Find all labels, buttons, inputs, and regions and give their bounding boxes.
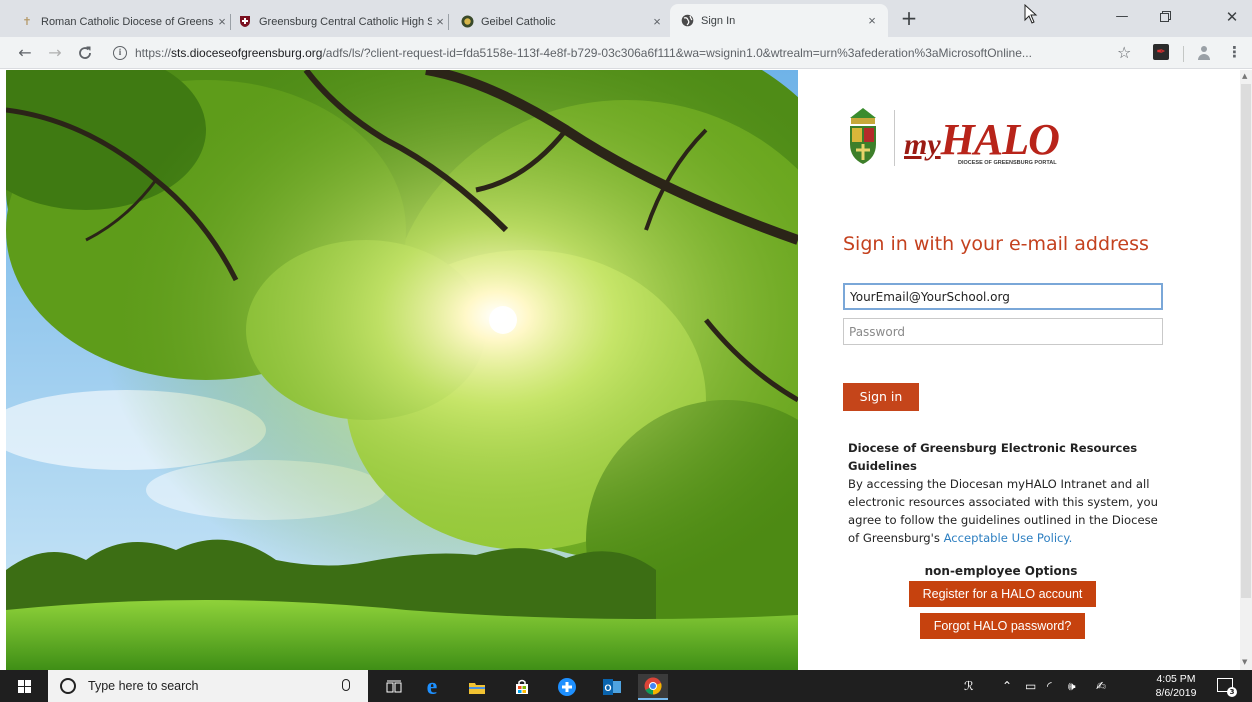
- back-button[interactable]: ←: [14, 42, 36, 64]
- restore-icon: [1159, 11, 1171, 22]
- cross-favicon-icon: ✝: [22, 16, 32, 28]
- outlook-icon[interactable]: O: [597, 674, 627, 700]
- browser-toolbar: ← → i https://sts.dioceseofgreensburg.or…: [0, 37, 1252, 69]
- logo-tagline: DIOCESE OF GREENSBURG PORTAL: [958, 160, 1057, 166]
- signin-heading: Sign in with your e-mail address: [843, 233, 1149, 255]
- browser-tab-strip: ✝ Roman Catholic Diocese of Greensburg ×…: [0, 0, 1252, 37]
- scroll-down-arrow-icon[interactable]: ▼: [1242, 658, 1247, 666]
- myhalo-logo: myHALO DIOCESE OF GREENSBURG PORTAL: [846, 106, 1086, 176]
- tab-roman-catholic-diocese[interactable]: ✝ Roman Catholic Diocese of Greensburg ×: [20, 6, 231, 37]
- register-halo-account-button[interactable]: Register for a HALO account: [909, 581, 1096, 607]
- tab-sign-in[interactable]: Sign In ×: [670, 4, 888, 37]
- tab-greensburg-central-catholic[interactable]: Greensburg Central Catholic High School …: [238, 6, 449, 37]
- add-app-plus-icon[interactable]: [552, 674, 582, 700]
- notification-count-badge: 3: [1227, 687, 1237, 697]
- tab-close-button[interactable]: ×: [432, 14, 448, 29]
- windows-taskbar: Type here to search e O ℛ ⌃ ▭ ◜ 🕪 ✍ 4:05…: [0, 670, 1252, 702]
- windows-start-icon[interactable]: [18, 680, 31, 693]
- address-bar[interactable]: https://sts.dioceseofgreensburg.org/adfs…: [135, 46, 1105, 60]
- reload-icon: [79, 46, 91, 59]
- crest-favicon-icon: [238, 15, 252, 29]
- people-icon[interactable]: ℛ: [964, 679, 974, 693]
- bookmark-star-icon[interactable]: ☆: [1117, 43, 1131, 62]
- show-hidden-icons-chevron-icon[interactable]: ⌃: [1002, 679, 1012, 693]
- minimize-button[interactable]: —: [1106, 6, 1138, 28]
- task-view-icon[interactable]: [379, 674, 409, 700]
- url-host: sts.dioceseofgreensburg.org: [171, 46, 323, 60]
- tab-close-button[interactable]: ×: [864, 13, 880, 28]
- close-window-button[interactable]: ✕: [1216, 6, 1248, 28]
- clock-time: 4:05 PM: [1156, 673, 1196, 685]
- globe-favicon-icon: [680, 14, 694, 28]
- pen-ink-workspace-icon[interactable]: ✍: [1096, 679, 1106, 693]
- svg-text:O: O: [604, 683, 611, 693]
- cortana-circle-icon: [60, 678, 76, 694]
- tab-close-button[interactable]: ×: [214, 14, 230, 29]
- file-explorer-icon[interactable]: [462, 674, 492, 700]
- battery-icon[interactable]: ▭: [1025, 679, 1036, 693]
- url-path: /adfs/ls/?client-request-id=fda5158e-113…: [322, 46, 1032, 60]
- chrome-browser-icon[interactable]: [638, 674, 668, 700]
- taskbar-clock[interactable]: 4:05 PM 8/6/2019: [1150, 672, 1202, 700]
- acceptable-use-policy-link[interactable]: Acceptable Use Policy.: [944, 531, 1073, 545]
- non-employee-options-label: non-employee Options: [924, 564, 1078, 578]
- volume-icon[interactable]: 🕪: [1068, 679, 1076, 694]
- tab-title: Greensburg Central Catholic High School: [259, 15, 432, 28]
- profile-icon[interactable]: [1197, 45, 1211, 61]
- sign-in-button[interactable]: Sign in: [843, 383, 919, 411]
- email-field[interactable]: [843, 283, 1163, 310]
- microphone-icon[interactable]: [342, 679, 350, 691]
- forgot-halo-password-button[interactable]: Forgot HALO password?: [920, 613, 1085, 639]
- action-center-icon[interactable]: 3: [1217, 678, 1237, 697]
- tree-sunlight-illustration: [6, 70, 798, 670]
- myhalo-wordmark: myHALO: [904, 115, 1060, 164]
- clock-date: 8/6/2019: [1155, 687, 1197, 699]
- tab-close-button[interactable]: ×: [649, 14, 665, 29]
- reload-button[interactable]: [74, 42, 96, 64]
- acrobat-extension-icon[interactable]: ✒: [1153, 44, 1169, 60]
- restore-button[interactable]: [1149, 6, 1181, 28]
- page-scrollbar[interactable]: ▲ ▼: [1240, 70, 1252, 670]
- site-info-icon[interactable]: i: [113, 46, 127, 60]
- adfs-signin-page: myHALO DIOCESE OF GREENSBURG PORTAL Sign…: [0, 70, 1240, 670]
- microsoft-store-icon[interactable]: [507, 674, 537, 700]
- edge-browser-icon[interactable]: e: [417, 674, 447, 700]
- tab-geibel-catholic[interactable]: Geibel Catholic ×: [460, 6, 665, 37]
- diocese-coat-of-arms-icon: [850, 108, 876, 164]
- password-field[interactable]: [843, 318, 1163, 345]
- seal-favicon-icon: [460, 15, 474, 29]
- scrollbar-thumb[interactable]: [1241, 84, 1251, 598]
- forward-button[interactable]: →: [44, 42, 66, 64]
- scroll-up-arrow-icon[interactable]: ▲: [1242, 72, 1247, 80]
- new-tab-button[interactable]: +: [898, 8, 920, 30]
- taskbar-search-placeholder: Type here to search: [88, 679, 199, 693]
- wifi-icon[interactable]: ◜: [1047, 679, 1052, 693]
- mouse-pointer-icon: [1024, 4, 1038, 24]
- tab-title: Geibel Catholic: [481, 15, 556, 28]
- guidelines-title: Diocese of Greensburg Electronic Resourc…: [848, 441, 1138, 473]
- menu-kebab-icon[interactable]: ⋮: [1227, 43, 1242, 61]
- taskbar-search-box[interactable]: Type here to search: [48, 670, 368, 702]
- tab-title: Roman Catholic Diocese of Greensburg: [41, 15, 214, 28]
- tab-title: Sign In: [701, 14, 736, 27]
- guidelines-notice: Diocese of Greensburg Electronic Resourc…: [848, 439, 1168, 547]
